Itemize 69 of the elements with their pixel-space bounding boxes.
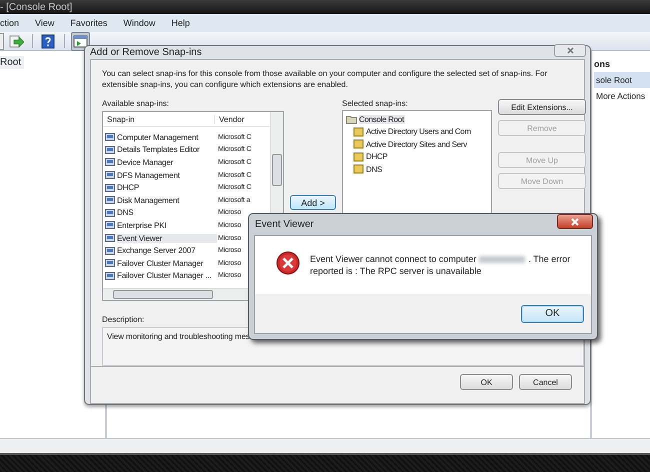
list-label: Selected snap-ins:: [342, 99, 409, 110]
tree-item[interactable]: DHCP: [366, 152, 388, 162]
tree-item[interactable]: Console Root: [359, 114, 405, 124]
action-item[interactable]: sole Root: [594, 72, 650, 88]
snapin-name[interactable]: Computer Management: [117, 132, 217, 142]
close-button[interactable]: [557, 214, 593, 229]
close-icon: [566, 46, 574, 54]
menu-item[interactable]: View: [28, 18, 64, 28]
snapin-icon: [105, 132, 115, 142]
snapin-icon: [105, 220, 115, 230]
menu-item[interactable]: Help: [164, 18, 199, 28]
export-icon: [9, 34, 24, 48]
snapin-icon: [105, 195, 115, 206]
snapin-name[interactable]: Disk Management: [117, 196, 217, 205]
folder-icon: [346, 114, 357, 124]
menu-item[interactable]: ction: [0, 18, 28, 28]
snapin-icon: [105, 144, 115, 155]
help-icon: [41, 34, 56, 48]
snapin-icon: [105, 170, 115, 180]
intro-text: You can select snap-ins for this console from those available on your computer and configure the selected set of snap-ins. For extensible snap-ins, you can configure which extensions are enabled.: [102, 68, 548, 90]
snapin-name[interactable]: Failover Cluster Manager: [117, 258, 217, 268]
menu-item[interactable]: Window: [116, 18, 164, 28]
snapin-icon: [353, 139, 364, 150]
description-text: View monitoring and troubleshooting mes: [107, 332, 250, 341]
dialog-button[interactable]: OK: [460, 374, 513, 390]
error-icon: [276, 251, 300, 275]
snapin-name[interactable]: Failover Cluster Manager ...: [117, 271, 217, 280]
snapin-name[interactable]: Device Manager: [117, 158, 217, 167]
snapin-icon: [105, 182, 115, 193]
tree-item[interactable]: DNS: [366, 164, 383, 174]
snapin-name[interactable]: Exchange Server 2007: [117, 246, 217, 256]
snapin-icon: [105, 246, 115, 256]
snapin-icon: [353, 164, 364, 174]
snapin-icon: [105, 157, 115, 168]
error-message: Event Viewer cannot connect to computer: [310, 253, 476, 265]
snapin-icon: [105, 270, 115, 281]
close-icon: [571, 218, 579, 226]
pane-icon: [73, 34, 88, 48]
actions-header: ons: [594, 58, 612, 71]
dialog-button[interactable]: Cancel: [519, 374, 572, 390]
redacted-name: [479, 256, 526, 262]
snapin-icon: [353, 126, 364, 137]
snapin-name[interactable]: DNS: [117, 208, 217, 218]
dialog-title: Event Viewer: [255, 219, 314, 230]
snapin-name[interactable]: Event Viewer: [117, 234, 217, 243]
column-header[interactable]: Vendor: [215, 114, 244, 124]
snapin-name[interactable]: DHCP: [117, 183, 217, 192]
tree-item[interactable]: Active Directory Users and Com: [366, 127, 472, 136]
error-message: . The error: [528, 253, 570, 265]
tree-item[interactable]: Root: [0, 56, 24, 69]
side-button[interactable]: Edit Extensions...: [498, 99, 586, 115]
add-button[interactable]: Add >: [290, 195, 336, 210]
column-header[interactable]: Snap-in: [103, 114, 215, 124]
snapin-name[interactable]: Enterprise PKI: [117, 220, 217, 230]
snapin-icon: [353, 152, 364, 162]
snapin-name[interactable]: DFS Management: [117, 170, 217, 180]
snapin-name[interactable]: Details Templates Editor: [117, 145, 217, 154]
window-title: - [Console Root]: [0, 2, 72, 12]
snapin-icon: [105, 258, 115, 268]
menu-item[interactable]: Favorites: [63, 18, 116, 28]
description-label: Description:: [102, 315, 146, 326]
list-label: Available snap-ins:: [102, 99, 170, 110]
error-message: reported is : The RPC server is unavailable: [310, 265, 482, 277]
tree-item[interactable]: Active Directory Sites and Serv: [366, 140, 468, 149]
dialog-title: Add or Remove Snap-ins: [90, 47, 202, 58]
snapin-icon: [105, 233, 115, 244]
action-item[interactable]: More Actions: [594, 88, 650, 104]
ok-button[interactable]: OK: [521, 304, 584, 322]
snapin-icon: [105, 208, 115, 218]
